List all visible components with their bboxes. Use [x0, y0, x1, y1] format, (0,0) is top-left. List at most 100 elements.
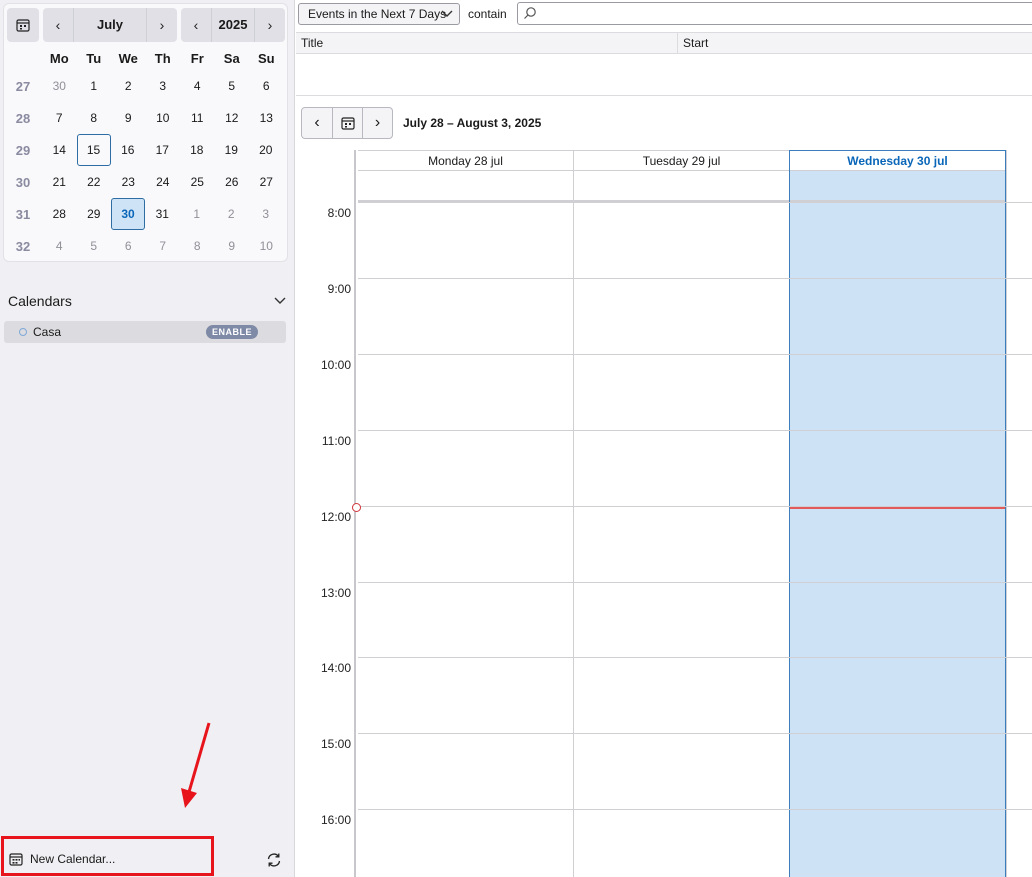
day-cell[interactable]: 7	[42, 111, 77, 125]
previous-week-button[interactable]: ‹	[302, 108, 332, 138]
search-input[interactable]	[517, 2, 1032, 25]
day-column-header[interactable]: Tuesday 29 jul	[574, 150, 789, 171]
day-cell[interactable]: 13	[249, 111, 284, 125]
day-cell[interactable]: 7	[146, 239, 181, 253]
day-cell[interactable]: 1	[180, 207, 215, 221]
day-cell-selected[interactable]: 15	[76, 134, 111, 166]
chevron-down-icon[interactable]	[274, 297, 286, 305]
week-row: 31 28 29 30 31 1 2 3	[4, 198, 287, 230]
all-day-area[interactable]	[790, 171, 1005, 202]
day-cell[interactable]: 17	[145, 143, 180, 157]
day-cell[interactable]: 18	[180, 143, 215, 157]
week-number[interactable]: 32	[4, 239, 42, 254]
year-selector: ‹ 2025 ›	[181, 8, 285, 42]
calendar-icon	[9, 853, 23, 866]
day-cell[interactable]: 5	[77, 239, 112, 253]
year-label[interactable]: 2025	[211, 8, 255, 42]
week-number[interactable]: 30	[4, 175, 42, 190]
day-cell[interactable]: 4	[180, 79, 215, 93]
day-cell[interactable]: 24	[146, 175, 181, 189]
day-cell[interactable]: 12	[215, 111, 250, 125]
all-day-area[interactable]	[574, 171, 789, 202]
day-name: Th	[154, 50, 171, 66]
all-day-area[interactable]	[358, 171, 573, 202]
day-cell[interactable]: 20	[249, 143, 284, 157]
day-column[interactable]: Tuesday 29 jul	[574, 150, 790, 877]
day-cell[interactable]: 8	[180, 239, 215, 253]
day-cell[interactable]: 4	[42, 239, 77, 253]
day-cell[interactable]: 29	[77, 207, 112, 221]
day-cell[interactable]: 9	[215, 239, 250, 253]
day-cell[interactable]: 10	[146, 111, 181, 125]
day-cell[interactable]: 1	[77, 79, 112, 93]
day-cell[interactable]: 14	[42, 143, 77, 157]
week-number[interactable]: 28	[4, 111, 42, 126]
day-cell[interactable]: 22	[77, 175, 112, 189]
next-year-button[interactable]: ›	[255, 8, 285, 42]
week-number[interactable]: 29	[4, 143, 42, 158]
hour-label: 16:00	[320, 813, 351, 827]
previous-month-button[interactable]: ‹	[43, 8, 73, 42]
event-list[interactable]	[296, 54, 1032, 96]
day-cell[interactable]: 3	[146, 79, 181, 93]
calendar-list-item[interactable]: Casa ENABLE	[4, 321, 286, 343]
day-cell[interactable]: 9	[111, 111, 146, 125]
day-cell[interactable]: 30	[42, 79, 77, 93]
hour-line	[358, 354, 1032, 355]
month-label[interactable]: July	[73, 8, 147, 42]
day-cell[interactable]: 21	[42, 175, 77, 189]
day-cell[interactable]: 16	[111, 143, 146, 157]
calendars-header[interactable]: Calendars	[8, 292, 286, 310]
previous-year-button[interactable]: ‹	[181, 8, 211, 42]
day-cell[interactable]: 23	[111, 175, 146, 189]
day-cell[interactable]: 25	[180, 175, 215, 189]
week-number[interactable]: 31	[4, 207, 42, 222]
new-calendar-button[interactable]: New Calendar...	[9, 852, 115, 866]
refresh-icon[interactable]	[265, 851, 283, 869]
column-header-start[interactable]: Start	[678, 33, 708, 53]
day-cell[interactable]: 28	[42, 207, 77, 221]
day-column[interactable]: Monday 28 jul	[358, 150, 574, 877]
enable-badge-button[interactable]: ENABLE	[205, 325, 258, 339]
day-column-header[interactable]: Monday 28 jul	[358, 150, 573, 171]
day-column-partial[interactable]	[1006, 150, 1032, 877]
day-cell[interactable]: 27	[249, 175, 284, 189]
day-cell[interactable]: 6	[249, 79, 284, 93]
week-number[interactable]: 27	[4, 79, 42, 94]
event-filter-value: Events in the Next 7 Days	[308, 7, 447, 21]
column-header-title[interactable]: Title	[296, 33, 678, 53]
day-cell[interactable]: 3	[249, 207, 284, 221]
day-column-header[interactable]: Wednesday 30 jul	[790, 150, 1005, 171]
next-month-button[interactable]: ›	[147, 8, 177, 42]
day-cell[interactable]: 31	[145, 207, 180, 221]
calendar-icon	[16, 19, 30, 32]
day-cell[interactable]: 6	[111, 239, 146, 253]
mini-month: ‹ July › ‹ 2025 › Mo Tu We Th Fr Sa Su 2…	[3, 3, 288, 262]
day-cell[interactable]: 10	[249, 239, 284, 253]
day-cell[interactable]: 2	[214, 207, 249, 221]
event-filter-bar: Events in the Next 7 Days contain	[296, 0, 1032, 30]
day-cell[interactable]: 5	[215, 79, 250, 93]
day-cell[interactable]: 8	[77, 111, 112, 125]
hour-label: 8:00	[327, 206, 351, 220]
hour-label: 13:00	[320, 586, 351, 600]
day-cell[interactable]: 26	[215, 175, 250, 189]
next-week-button[interactable]: ›	[362, 108, 392, 138]
day-cell[interactable]: 19	[214, 143, 249, 157]
hour-label: 9:00	[327, 282, 351, 296]
hour-label: 12:00	[320, 510, 351, 524]
day-cell[interactable]: 2	[111, 79, 146, 93]
day-column-today[interactable]: Wednesday 30 jul	[789, 150, 1006, 877]
go-to-today-button[interactable]	[7, 8, 39, 42]
chevron-left-icon: ‹	[314, 114, 320, 131]
week-row: 29 14 15 16 17 18 19 20	[4, 134, 287, 166]
today-button[interactable]	[332, 108, 362, 138]
event-filter-dropdown[interactable]: Events in the Next 7 Days	[298, 3, 460, 25]
day-cell-today[interactable]: 30	[111, 198, 145, 230]
day-name: Su	[257, 50, 275, 66]
mini-month-grid: Mo Tu We Th Fr Sa Su 27 30 1 2 3 4 5 6 2…	[4, 46, 287, 262]
new-calendar-label: New Calendar...	[30, 852, 116, 866]
day-name: Fr	[190, 50, 204, 66]
day-cell[interactable]: 11	[180, 111, 215, 125]
hour-line	[358, 733, 1032, 734]
